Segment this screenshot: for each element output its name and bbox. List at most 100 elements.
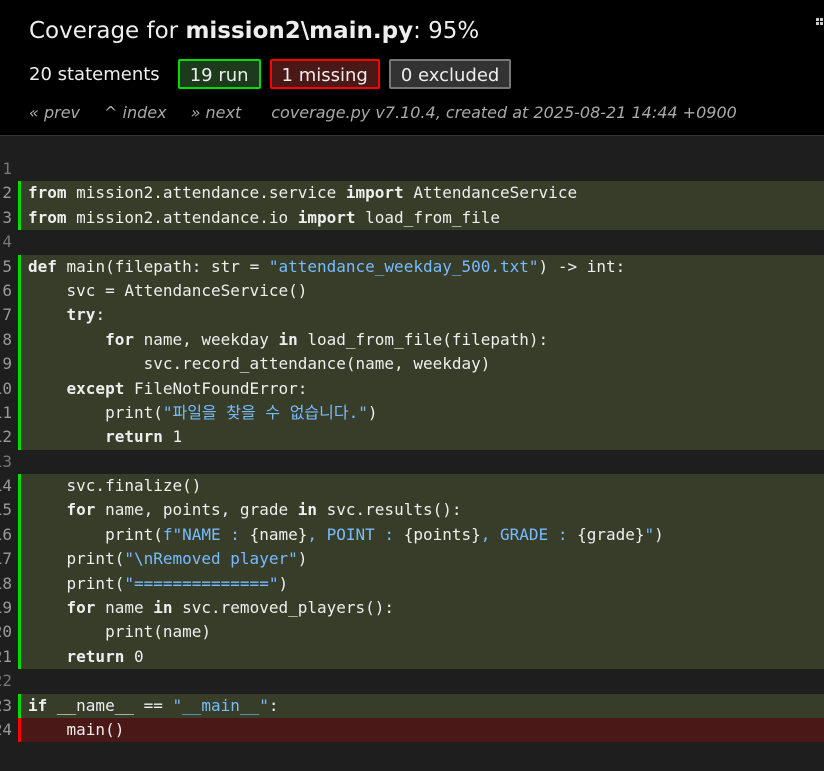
line-number[interactable]: 12 <box>0 425 14 449</box>
line-code <box>18 230 824 254</box>
page-title: Coverage for mission2\main.py: 95% <box>29 14 479 48</box>
source-line: 2 from mission2.attendance.service import… <box>0 181 824 206</box>
source-listing: 1 2 from mission2.attendance.service impor… <box>0 157 824 743</box>
line-number[interactable]: 17 <box>0 547 14 571</box>
code-token: print( <box>28 402 163 422</box>
excluded-filter-button[interactable]: 0 excluded <box>388 59 512 89</box>
line-number[interactable]: 3 <box>0 206 14 230</box>
string-token: , POINT : <box>307 524 404 544</box>
code-token: __name__ == <box>47 695 173 715</box>
line-number-text: 4 <box>2 232 12 252</box>
keyword-token: if <box>28 695 48 715</box>
line-number[interactable]: 9 <box>0 352 14 376</box>
source-line: 21 return 0 <box>0 644 824 670</box>
line-code: main() <box>18 717 824 743</box>
line-number[interactable]: 10 <box>0 377 14 401</box>
nav-links: « prev ^ index » next coverage.py v7.10.4, … <box>29 102 737 124</box>
keyword-token: from <box>28 183 67 203</box>
code-token: AttendanceService <box>403 183 578 203</box>
line-number[interactable]: 1 <box>0 157 14 181</box>
keyword-token: for <box>66 500 96 520</box>
source-line: 9 svc.record_attendance(name, weekday) <box>0 352 824 377</box>
string-token: " <box>644 524 655 544</box>
code-token: name <box>95 598 154 618</box>
source-line: 3 from mission2.attendance.io import load… <box>0 205 824 231</box>
code-token: FileNotFoundError: <box>124 378 308 398</box>
line-number[interactable]: 6 <box>0 279 14 303</box>
coverage-stats: 20 statements 19 run 1 missing 0 exclude… <box>29 57 520 91</box>
line-number[interactable]: 22 <box>0 669 14 693</box>
code-token: svc = AttendanceService() <box>28 280 308 300</box>
line-code: print("파일을 찾을 수 없습니다.") <box>18 400 824 426</box>
line-number[interactable]: 7 <box>0 303 14 327</box>
line-number[interactable]: 8 <box>0 328 14 352</box>
code-token: main() <box>28 719 125 739</box>
code-token: load_from_file(filepath): <box>297 329 549 349</box>
line-code <box>18 450 824 474</box>
code-token: ) <box>278 573 289 593</box>
code-token: {name} <box>249 524 308 544</box>
line-number-text: 17 <box>0 549 12 569</box>
source-line: 8 for name, weekday in load_from_file(fi… <box>0 327 824 353</box>
line-code: svc.record_attendance(name, weekday) <box>18 352 824 377</box>
line-code: return 0 <box>18 644 824 670</box>
keyword-token: def <box>28 256 57 276</box>
code-token: print( <box>28 549 125 569</box>
line-code: return 1 <box>18 425 824 450</box>
missing-filter-button[interactable]: 1 missing <box>269 59 380 89</box>
code-token: main(filepath: str = <box>56 256 269 276</box>
created-info: coverage.py v7.10.4, created at 2025-08-… <box>271 103 737 122</box>
code-token: name, points, grade <box>95 500 298 520</box>
line-code: for name, weekday in load_from_file(file… <box>18 327 824 353</box>
line-number[interactable]: 4 <box>0 230 14 254</box>
line-number-text: 5 <box>2 256 12 276</box>
string-token: "attendance_weekday_500.txt" <box>268 256 539 276</box>
keyboard-icon[interactable] <box>816 17 824 31</box>
line-code: for name, points, grade in svc.results()… <box>18 498 824 523</box>
line-number[interactable]: 24 <box>0 718 14 742</box>
code-token: ) <box>297 549 308 569</box>
line-number[interactable]: 14 <box>0 474 14 498</box>
line-code: try: <box>18 303 824 328</box>
line-number[interactable]: 11 <box>0 401 14 425</box>
line-number-text: 14 <box>0 476 12 496</box>
next-link[interactable]: » next <box>191 103 242 122</box>
keyword-token: import <box>297 207 356 227</box>
line-number-text: 2 <box>2 183 12 203</box>
string-token: "\nRemoved player" <box>124 549 298 569</box>
line-number-text: 23 <box>0 695 12 715</box>
keyword-token: in <box>278 329 298 349</box>
line-code: for name in svc.removed_players(): <box>18 596 824 621</box>
line-number[interactable]: 19 <box>0 596 14 620</box>
line-number[interactable]: 20 <box>0 620 14 644</box>
code-token: mission2.attendance.io <box>66 207 298 227</box>
line-code: from mission2.attendance.service import … <box>18 181 824 206</box>
title-prefix: Coverage for <box>29 18 186 44</box>
line-number[interactable]: 16 <box>0 523 14 547</box>
index-link[interactable]: ^ index <box>104 103 167 122</box>
prev-link[interactable]: « prev <box>29 103 80 122</box>
line-code: from mission2.attendance.io import load_… <box>18 205 824 231</box>
line-number[interactable]: 21 <box>0 645 14 669</box>
run-filter-button[interactable]: 19 run <box>177 59 261 89</box>
code-token: 0 <box>124 646 144 666</box>
line-code: svc = AttendanceService() <box>18 278 824 304</box>
line-number-text: 7 <box>2 305 12 325</box>
source-line: 1 <box>0 157 824 181</box>
line-number[interactable]: 18 <box>0 572 14 596</box>
title-percent: : 95% <box>413 18 480 44</box>
keyword-token: import <box>345 183 404 203</box>
line-number-text: 1 <box>2 159 12 178</box>
line-number[interactable]: 23 <box>0 694 14 718</box>
source-line: 15 for name, points, grade in svc.result… <box>0 498 824 523</box>
line-code: except FileNotFoundError: <box>18 376 824 401</box>
line-number[interactable]: 15 <box>0 498 14 522</box>
line-number[interactable]: 13 <box>0 450 14 474</box>
line-number-text: 20 <box>0 622 12 642</box>
line-number[interactable]: 2 <box>0 181 14 205</box>
line-number[interactable]: 5 <box>0 255 14 279</box>
